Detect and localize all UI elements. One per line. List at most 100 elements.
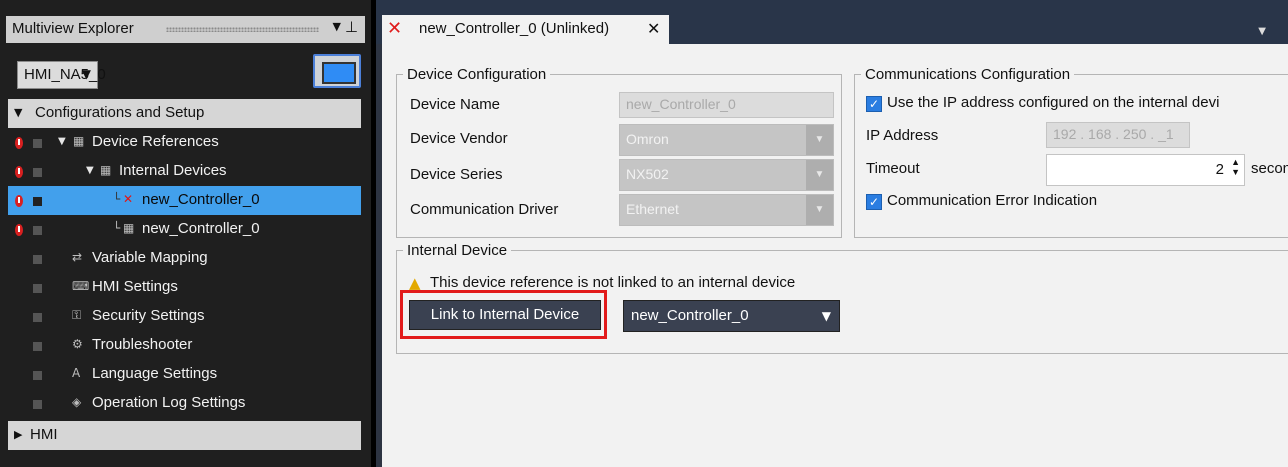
header-grip [166, 27, 319, 32]
error-indication-label: Communication Error Indication [887, 192, 1098, 209]
error-icon [15, 137, 23, 149]
tab-title: new_Controller_0 (Unlinked) [419, 20, 610, 37]
ip-address-label: IP Address [866, 127, 939, 144]
tree-item-troubleshooter[interactable]: ⚙ Troubleshooter [0, 331, 371, 360]
select-value: Omron [626, 131, 669, 147]
communication-driver-label: Communication Driver [410, 201, 559, 218]
select-value: new_Controller_0 [631, 307, 749, 324]
tree-label: Operation Log Settings [92, 394, 246, 411]
device-name-field: new_Controller_0 [619, 92, 834, 118]
language-icon: A [72, 366, 81, 380]
expand-icon: ▼ [14, 106, 23, 119]
security-icon: ⚿ [72, 308, 82, 322]
timeout-unit: seconc [1251, 160, 1288, 177]
chevron-down-icon: ▼ [806, 160, 833, 190]
chevron-down-icon: ▼ [806, 125, 833, 155]
chevron-down-icon: ▼ [821, 309, 831, 323]
device-reference-editor: Device Configuration Device Name new_Con… [382, 44, 1288, 467]
device-select-value: HMI_NA5_0 [24, 66, 106, 83]
explorer-title: Multiview Explorer [12, 20, 134, 37]
multiview-explorer-panel: Multiview Explorer ▼ ⊥ HMI_NA5_0 ▼ ▼ Con… [0, 0, 371, 467]
tree-item-operation-log-settings[interactable]: ◈ Operation Log Settings [0, 389, 371, 418]
status-icon [33, 197, 42, 206]
chevron-down-icon: ▼ [81, 67, 91, 81]
panel-menu-icon[interactable]: ▼ [333, 20, 341, 33]
tab-bar: ✕ new_Controller_0 (Unlinked) ✕ ▼ [376, 0, 1288, 44]
tree-item-new-controller[interactable]: └ ▦ new_Controller_0 [0, 215, 371, 244]
tree-label: Configurations and Setup [35, 104, 205, 121]
mapping-icon: ⇄ [72, 250, 83, 264]
tree-label: Language Settings [92, 365, 218, 382]
device-vendor-select: Omron ▼ [619, 124, 834, 156]
tree-section-hmi[interactable]: ▶ HMI [0, 421, 371, 450]
status-icon [33, 284, 42, 293]
pin-icon[interactable]: ⊥ [345, 18, 358, 36]
device-select[interactable]: HMI_NA5_0 ▼ [17, 61, 106, 89]
status-icon [33, 400, 42, 409]
tree-item-hmi-settings[interactable]: ⌨ HMI Settings [0, 273, 371, 302]
status-icon [33, 168, 42, 177]
tree-branch-icon: └ [113, 221, 121, 235]
expand-icon: ▶ [14, 428, 23, 441]
timeout-stepper[interactable]: 2 ▲ ▼ [1046, 154, 1245, 186]
tree-label: HMI Settings [92, 278, 178, 295]
device-vendor-label: Device Vendor [410, 130, 508, 147]
hmi-device-icon[interactable] [313, 54, 361, 88]
spinner-icon[interactable]: ▲ ▼ [1231, 157, 1240, 177]
status-icon [33, 139, 42, 148]
group-title: Device Configuration [407, 66, 547, 83]
tree-item-device-references[interactable]: ▼ ▦ Device References [0, 128, 371, 157]
status-icon [33, 342, 42, 351]
tree-branch-icon: └ [113, 192, 121, 206]
tab-device-reference[interactable]: ✕ new_Controller_0 (Unlinked) ✕ [382, 15, 669, 44]
timeout-value: 2 [1215, 161, 1224, 178]
tree-section-configurations[interactable]: ▼ Configurations and Setup [0, 99, 371, 128]
status-icon [33, 255, 42, 264]
error-icon [15, 224, 23, 236]
folder-icon: ▦ [100, 163, 112, 177]
select-value: NX502 [626, 166, 669, 182]
communications-configuration-group: Communications Configuration [854, 66, 1288, 238]
close-icon[interactable]: ✕ [647, 19, 660, 38]
tree-label: new_Controller_0 [142, 191, 260, 208]
internal-device-select[interactable]: new_Controller_0 ▼ [623, 300, 840, 332]
tree-item-internal-devices[interactable]: ▼ ▦ Internal Devices [0, 157, 371, 186]
error-icon [15, 195, 23, 207]
tree-label: Security Settings [92, 307, 205, 324]
device-series-select: NX502 ▼ [619, 159, 834, 191]
error-indication-checkbox[interactable]: ✓ [866, 194, 882, 210]
tree-item-security-settings[interactable]: ⚿ Security Settings [0, 302, 371, 331]
tree-item-new-controller-unlinked[interactable]: └ ✕ new_Controller_0 [0, 186, 371, 215]
log-icon: ◈ [72, 395, 82, 409]
unlinked-icon: ✕ [387, 18, 403, 39]
error-icon [15, 166, 23, 178]
timeout-label: Timeout [866, 160, 920, 177]
status-icon [33, 371, 42, 380]
chevron-down-icon: ▼ [806, 195, 833, 225]
status-icon [33, 226, 42, 235]
expand-icon: ▼ [58, 136, 66, 147]
expand-icon: ▼ [86, 165, 94, 176]
group-title: Internal Device [407, 242, 508, 259]
controller-icon: ▦ [123, 221, 135, 235]
folder-icon: ▦ [73, 134, 85, 148]
use-ip-checkbox[interactable]: ✓ [866, 96, 882, 112]
tree-label: Internal Devices [119, 162, 227, 179]
ip-address-field: 192 . 168 . 250 . _1 [1046, 122, 1190, 148]
explorer-header: Multiview Explorer ▼ ⊥ [6, 16, 365, 43]
tree-label: Variable Mapping [92, 249, 208, 266]
tree-item-variable-mapping[interactable]: ⇄ Variable Mapping [0, 244, 371, 273]
group-title: Communications Configuration [865, 66, 1071, 83]
communication-driver-select: Ethernet ▼ [619, 194, 834, 226]
tree-label: HMI [30, 426, 58, 443]
tab-list-icon[interactable]: ▼ [1258, 26, 1266, 37]
use-ip-label: Use the IP address configured on the int… [887, 94, 1220, 111]
hmi-settings-icon: ⌨ [72, 279, 90, 293]
not-linked-warning: This device reference is not linked to a… [430, 274, 796, 291]
device-series-label: Device Series [410, 166, 503, 183]
editor-panel: ✕ new_Controller_0 (Unlinked) ✕ ▼ Device… [376, 0, 1288, 467]
unlinked-icon: ✕ [123, 192, 134, 206]
tree-item-language-settings[interactable]: A Language Settings [0, 360, 371, 389]
tree-label: Troubleshooter [92, 336, 193, 353]
highlight-box [400, 290, 607, 339]
